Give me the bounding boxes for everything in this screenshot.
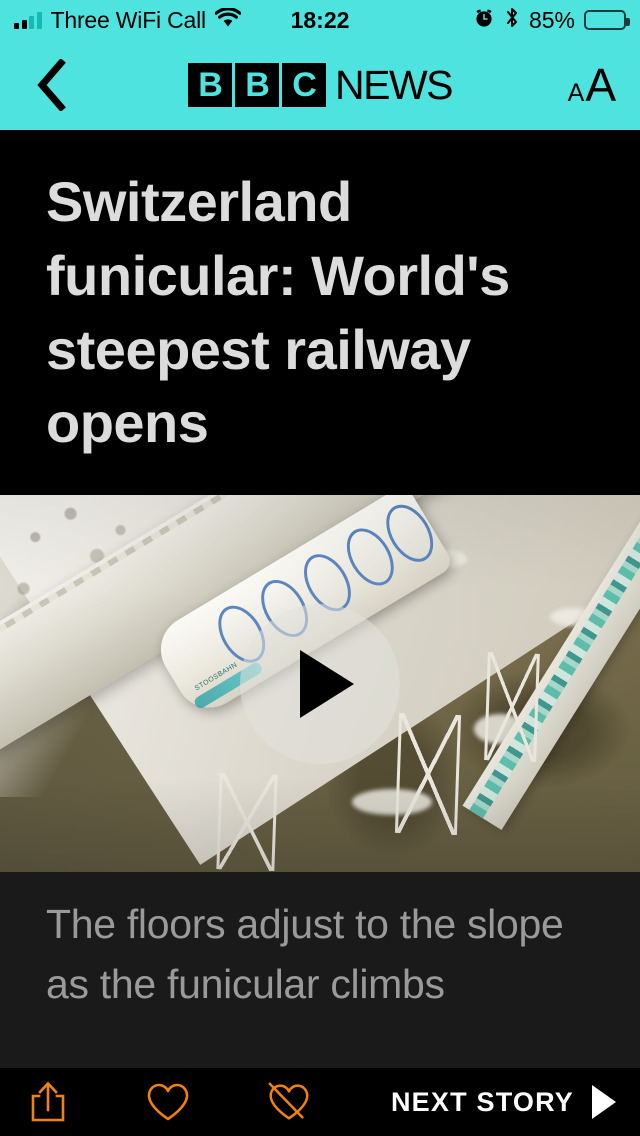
bluetooth-icon bbox=[504, 6, 520, 34]
wifi-icon bbox=[214, 6, 242, 33]
carrier-label: Three WiFi Call bbox=[50, 6, 207, 33]
next-story-button[interactable]: NEXT STORY bbox=[391, 1085, 616, 1119]
play-arrow-icon bbox=[592, 1085, 616, 1119]
status-bar: Three WiFi Call 18:22 85% bbox=[0, 0, 640, 40]
app-header: B B C NEWS A A bbox=[0, 40, 640, 130]
share-button[interactable] bbox=[24, 1078, 72, 1126]
next-story-label: NEXT STORY bbox=[390, 1086, 574, 1117]
logo-block-1: B bbox=[188, 63, 232, 107]
text-size-small-label: A bbox=[567, 79, 585, 107]
play-button[interactable] bbox=[240, 603, 400, 764]
logo-block-2: B bbox=[235, 63, 279, 107]
page-title: Switzerland funicular: World's steepest … bbox=[46, 169, 510, 455]
like-button[interactable] bbox=[144, 1078, 192, 1126]
signal-bars-icon bbox=[14, 11, 42, 29]
status-bar-left: Three WiFi Call bbox=[14, 6, 242, 33]
back-button[interactable] bbox=[24, 57, 80, 113]
headline-section: Switzerland funicular: World's steepest … bbox=[0, 130, 640, 495]
play-triangle-icon bbox=[300, 649, 354, 718]
heart-icon bbox=[147, 1083, 189, 1121]
toolbar-actions bbox=[24, 1078, 312, 1126]
clock-label: 18:22 bbox=[290, 6, 350, 33]
logo-news-word: NEWS bbox=[335, 62, 454, 108]
battery-icon bbox=[584, 10, 630, 30]
chevron-left-icon bbox=[37, 59, 66, 111]
dislike-button[interactable] bbox=[264, 1078, 312, 1126]
bbc-news-article-screen: Three WiFi Call 18:22 85% B B C NEWS A A… bbox=[0, 0, 640, 1136]
text-size-button[interactable]: A A bbox=[568, 62, 616, 108]
article-video-thumbnail[interactable]: STOOSBAHN bbox=[0, 495, 640, 872]
alarm-clock-icon bbox=[473, 7, 495, 34]
caption-section: The floors adjust to the slope as the fu… bbox=[0, 872, 640, 1068]
logo-block-3: C bbox=[282, 63, 326, 107]
bottom-toolbar: NEXT STORY bbox=[0, 1068, 640, 1136]
heart-crossed-icon bbox=[268, 1082, 309, 1120]
battery-percent-label: 85% bbox=[528, 6, 575, 33]
share-icon bbox=[31, 1081, 65, 1122]
media-caption: The floors adjust to the slope as the fu… bbox=[46, 901, 564, 1008]
text-size-large-label: A bbox=[585, 59, 616, 111]
bbc-news-logo: B B C NEWS bbox=[188, 62, 454, 108]
status-bar-right: 85% bbox=[473, 6, 630, 34]
